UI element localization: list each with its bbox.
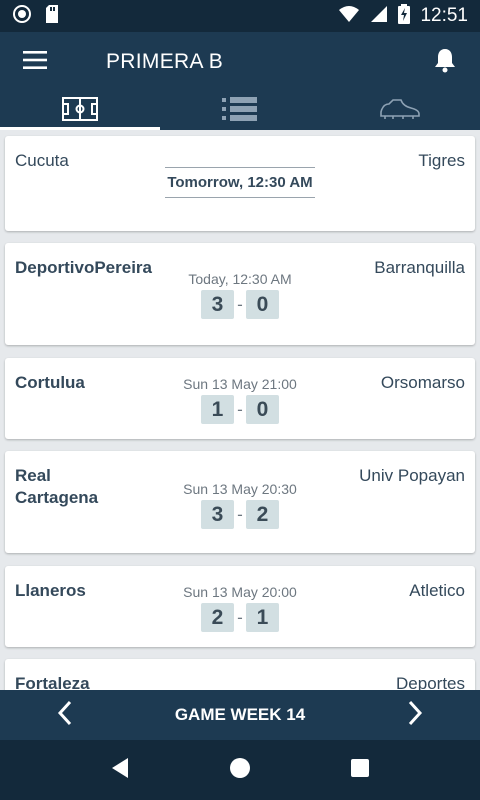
away-score: 0 (246, 290, 279, 319)
score: 3 - 0 (155, 290, 325, 319)
signal-icon (370, 5, 388, 28)
bell-icon (434, 47, 456, 78)
page-title: PRIMERA B (106, 50, 224, 73)
away-score: 0 (246, 395, 279, 424)
score-separator: - (237, 294, 243, 314)
wifi-icon (338, 5, 360, 28)
tab-bar (0, 92, 480, 130)
sd-card-icon (44, 4, 60, 29)
game-week-label: GAME WEEK 14 (174, 705, 306, 724)
tab-standings[interactable] (160, 92, 320, 130)
away-team: Univ Popayan (359, 466, 465, 485)
match-time: Sun 13 May 20:00 (183, 584, 297, 600)
score: 3 - 2 (155, 500, 325, 529)
home-team: Fortaleza (15, 674, 90, 690)
home-score: 2 (201, 603, 234, 632)
home-team: Llaneros (15, 581, 86, 600)
score-separator: - (237, 399, 243, 419)
match-card[interactable]: DeportivoPereira Today, 12:30 AM 3 - 0 B… (5, 243, 475, 345)
back-button[interactable] (90, 740, 150, 800)
hamburger-menu-icon (23, 50, 47, 74)
chevron-left-icon (57, 700, 73, 731)
chevron-right-icon (407, 700, 423, 731)
away-team: Atletico (409, 581, 465, 600)
score-separator: - (237, 504, 243, 524)
match-card[interactable]: Fortaleza Deportes (5, 659, 475, 690)
match-time: Today, 12:30 AM (188, 271, 292, 287)
away-score: 2 (246, 500, 279, 529)
home-score: 1 (201, 395, 234, 424)
back-triangle-icon (110, 757, 130, 784)
score: 2 - 1 (155, 603, 325, 632)
soccer-field-icon (62, 96, 98, 126)
kickoff-time: Tomorrow, 12:30 AM (165, 167, 315, 198)
home-team: Cucuta (15, 151, 69, 170)
football-boot-icon (379, 98, 421, 125)
app-bar: PRIMERA B (0, 32, 480, 92)
match-card[interactable]: Real Cartagena Sun 13 May 20:30 3 - 2 Un… (5, 451, 475, 553)
home-circle-icon (229, 757, 251, 784)
previous-week-button[interactable] (0, 690, 130, 740)
home-team: Cortulua (15, 373, 85, 392)
home-team: Real Cartagena (15, 466, 99, 507)
home-score: 3 (201, 290, 234, 319)
away-team: Tigres (418, 151, 465, 170)
tab-players[interactable] (320, 92, 480, 130)
next-week-button[interactable] (350, 690, 480, 740)
match-card[interactable]: Llaneros Sun 13 May 20:00 2 - 1 Atletico (5, 566, 475, 647)
home-score: 3 (201, 500, 234, 529)
standings-list-icon (222, 96, 258, 126)
battery-charging-icon (398, 3, 411, 29)
match-time: Sun 13 May 21:00 (183, 376, 297, 392)
score: 1 - 0 (155, 395, 325, 424)
system-navigation-bar (0, 740, 480, 800)
match-list[interactable]: Cucuta Tomorrow, 12:30 AM Tigres Deporti… (0, 130, 480, 690)
tab-matches[interactable] (0, 92, 160, 130)
away-team: Barranquilla (374, 258, 465, 277)
away-score: 1 (246, 603, 279, 632)
away-team: Orsomarso (380, 373, 465, 392)
recents-square-icon (350, 758, 370, 783)
notifications-button[interactable] (410, 32, 480, 92)
menu-button[interactable] (0, 32, 70, 92)
status-bar: 12:51 (0, 0, 480, 32)
match-card[interactable]: Cucuta Tomorrow, 12:30 AM Tigres (5, 136, 475, 231)
record-icon (12, 4, 32, 29)
score-separator: - (237, 607, 243, 627)
recents-button[interactable] (330, 740, 390, 800)
home-team: DeportivoPereira (15, 258, 152, 277)
home-button[interactable] (210, 740, 270, 800)
match-card[interactable]: Cortulua Sun 13 May 21:00 1 - 0 Orsomars… (5, 358, 475, 439)
away-team: Deportes (396, 674, 465, 690)
game-week-bar: GAME WEEK 14 (0, 690, 480, 740)
match-time: Sun 13 May 20:30 (183, 481, 297, 497)
status-time: 12:51 (420, 5, 468, 26)
